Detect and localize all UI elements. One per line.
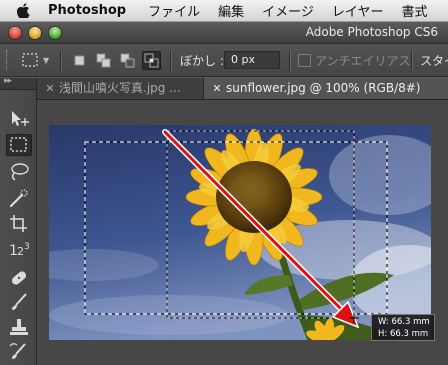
close-window-button[interactable]	[9, 27, 21, 39]
feather-input[interactable]	[224, 51, 280, 69]
options-bar-grip[interactable]	[6, 50, 10, 70]
brush-tool-icon[interactable]	[6, 291, 32, 313]
toolbox-panel: ▸▸ 1 2 3	[0, 76, 37, 365]
clone-stamp-tool-icon[interactable]	[6, 316, 32, 338]
intersect-selection-icon[interactable]	[142, 51, 161, 70]
eyedropper-tool-icon[interactable]: 1 2 3	[6, 238, 32, 260]
close-tab-icon[interactable]: ✕	[41, 78, 59, 99]
options-divider	[411, 50, 413, 72]
options-bar: ▼ ぼかし : アンチエイリアス スタイル	[0, 44, 448, 77]
style-label: スタイル	[420, 54, 448, 68]
menu-edit[interactable]: 編集	[218, 1, 244, 20]
toolbox-header[interactable]: ▸▸	[0, 76, 36, 90]
tool-preset-marquee-icon[interactable]	[20, 52, 40, 68]
subtract-from-selection-icon[interactable]	[118, 51, 137, 70]
zoom-window-button[interactable]	[49, 27, 61, 39]
collapse-chevron-icon[interactable]: ▸▸	[4, 76, 12, 86]
sunflower-photo	[49, 125, 431, 340]
menu-bar: Photoshop ファイル 編集 イメージ レイヤー 書式	[0, 0, 448, 22]
selection-size-readout: W: 66.3 mm H: 66.3 mm	[371, 314, 435, 341]
menu-image[interactable]: イメージ	[262, 1, 314, 20]
add-to-selection-icon[interactable]	[94, 51, 113, 70]
tab-sunflower[interactable]: ✕ sunflower.jpg @ 100% (RGB/8#)	[204, 78, 448, 99]
window-title: Adobe Photoshop CS6	[305, 25, 438, 39]
selection-height-text: H: 66.3 mm	[378, 329, 429, 339]
selection-width-text: W: 66.3 mm	[378, 317, 430, 327]
document-tab-bar: ✕ 浅間山噴火写真.jpg ... ✕ sunflower.jpg @ 100% (…	[37, 78, 448, 100]
tab-label: sunflower.jpg @ 100% (RGB/8#)	[226, 81, 421, 95]
options-divider	[289, 50, 291, 72]
close-tab-icon[interactable]: ✕	[208, 78, 226, 99]
sunflower-image[interactable]	[49, 125, 431, 340]
tool-preset-dropdown-icon[interactable]: ▼	[43, 56, 49, 65]
tab-asama-photo[interactable]: ✕ 浅間山噴火写真.jpg ...	[37, 78, 204, 99]
menu-type[interactable]: 書式	[402, 1, 428, 20]
lasso-tool-icon[interactable]	[6, 161, 32, 183]
healing-brush-tool-icon[interactable]	[6, 267, 32, 289]
history-brush-tool-icon[interactable]	[6, 340, 32, 362]
anti-alias-label: アンチエイリアス	[315, 54, 411, 68]
feather-label: ぼかし :	[180, 54, 224, 68]
rectangular-marquee-icon	[10, 137, 27, 152]
options-divider	[170, 50, 172, 72]
anti-alias-checkbox[interactable]	[298, 54, 311, 67]
tab-label: 浅間山噴火写真.jpg ...	[59, 81, 181, 95]
menu-layer[interactable]: レイヤー	[332, 1, 384, 20]
options-divider	[60, 50, 62, 72]
quick-selection-tool-icon[interactable]	[6, 188, 32, 210]
minimize-window-button[interactable]	[29, 27, 41, 39]
crop-tool-icon[interactable]	[6, 213, 32, 235]
apple-menu-icon[interactable]	[16, 3, 30, 18]
move-tool-icon[interactable]	[6, 108, 32, 130]
menu-app-photoshop[interactable]: Photoshop	[48, 3, 126, 18]
menu-file[interactable]: ファイル	[148, 1, 200, 20]
window-title-bar: Adobe Photoshop CS6	[0, 22, 448, 44]
svg-text:3: 3	[24, 242, 30, 252]
marquee-tool-button[interactable]	[6, 134, 32, 156]
new-selection-icon[interactable]	[70, 51, 89, 70]
svg-text:2: 2	[17, 245, 24, 258]
